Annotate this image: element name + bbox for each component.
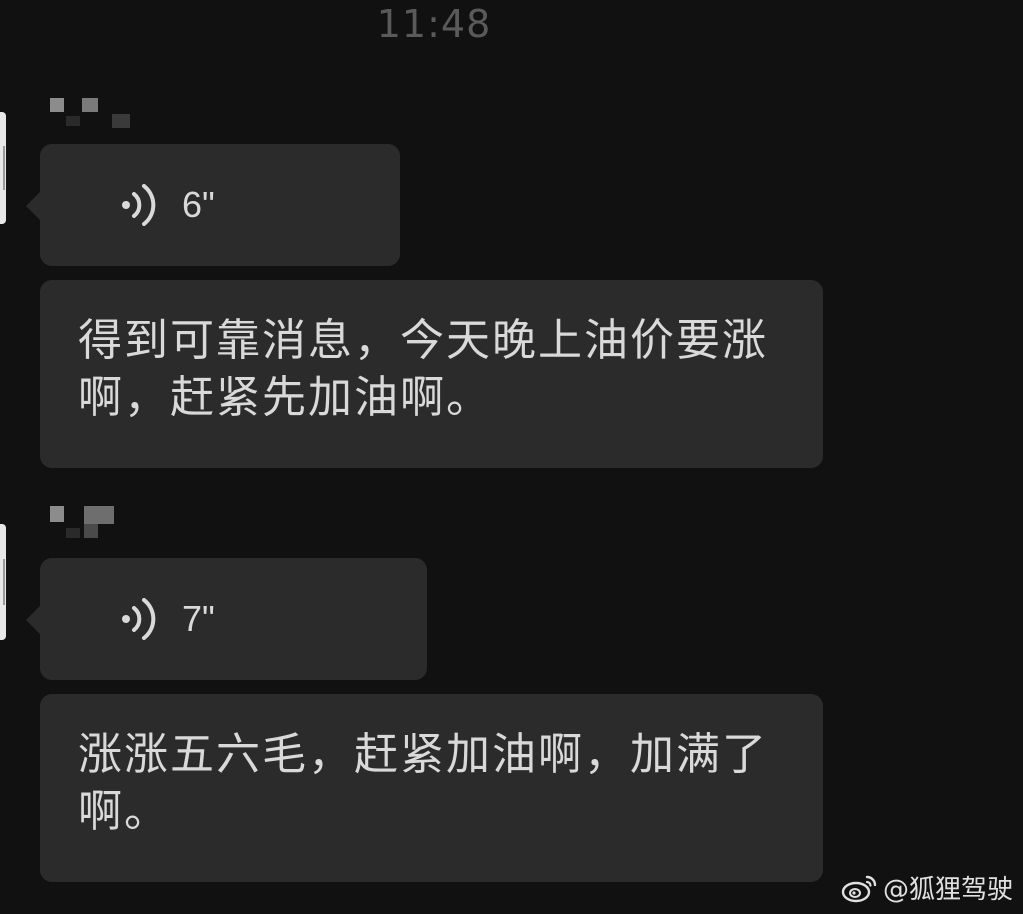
- sender-name-redacted: [46, 94, 136, 138]
- message-text: 涨涨五六毛，赶紧加油啊，加满了啊。: [78, 729, 768, 837]
- watermark: @狐狸驾驶: [841, 869, 1013, 906]
- voice-message-bubble[interactable]: 7": [26, 558, 427, 680]
- avatar[interactable]: [0, 112, 6, 224]
- voice-duration: 7": [182, 598, 215, 639]
- message-timestamp: 11:48: [376, 2, 492, 46]
- weibo-logo-icon: [841, 875, 877, 902]
- avatar[interactable]: [0, 524, 6, 640]
- text-message-bubble[interactable]: 涨涨五六毛，赶紧加油啊，加满了啊。: [40, 694, 823, 882]
- sender-name-redacted: [46, 500, 136, 544]
- voice-message-bubble[interactable]: 6": [26, 144, 400, 266]
- watermark-text: @狐狸驾驶: [882, 875, 1013, 905]
- voice-duration: 6": [182, 184, 215, 225]
- message-text: 得到可靠消息，今天晚上油价要涨啊，赶紧先加油啊。: [78, 315, 768, 423]
- text-message-bubble[interactable]: 得到可靠消息，今天晚上油价要涨啊，赶紧先加油啊。: [40, 280, 823, 468]
- voice-wave-icon: [122, 184, 156, 226]
- voice-wave-icon: [122, 598, 156, 640]
